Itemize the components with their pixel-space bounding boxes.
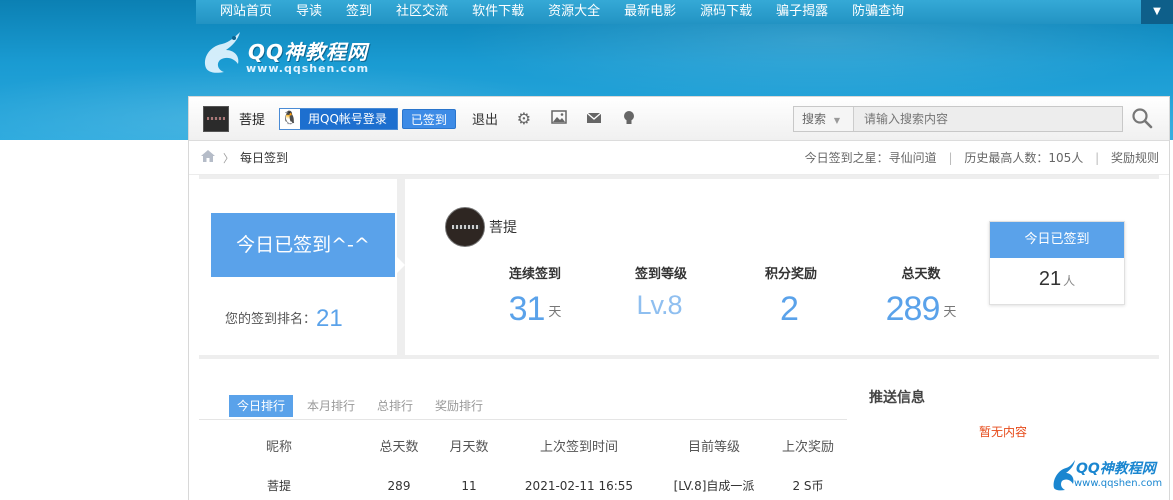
nav-item-resources[interactable]: 资源大全: [524, 0, 600, 24]
gear-icon[interactable]: ⚙: [515, 109, 533, 128]
today-count-unit: 人: [1063, 274, 1076, 288]
avatar[interactable]: [445, 207, 485, 247]
stat-points: 积分奖励 2: [731, 263, 851, 329]
today-count-label: 今日已签到: [990, 222, 1124, 258]
arrow-notch: [397, 257, 405, 273]
tabs-divider: [199, 419, 847, 420]
sign-panel: 今日已签到^-^ 您的签到排名：21 菩提 连续签到 31 天 签到等级 Lv.8…: [199, 175, 1159, 359]
dragon-watermark-icon: [1053, 460, 1075, 491]
signed-badge[interactable]: 已签到: [401, 108, 456, 129]
nav-item-guide[interactable]: 导读: [272, 0, 322, 24]
top-nav: 网站首页 导读 签到 社区交流 软件下载 资源大全 最新电影 源码下载 骗子揭露…: [196, 0, 1173, 24]
avatar[interactable]: [203, 105, 229, 132]
stat-streak: 连续签到 31 天: [475, 263, 595, 329]
column-header: 目前等级: [687, 440, 740, 455]
sign-star-label[interactable]: 今日签到之星：寻仙问道: [805, 151, 937, 165]
watermark-text: QQ神教程网: [1076, 461, 1156, 477]
watermark: QQ神教程网 www.qqshen.com: [1050, 456, 1166, 496]
site-logo[interactable]: QQ神教程网 www.qqshen.com: [196, 28, 396, 78]
logo-text: QQ神教程网: [248, 40, 369, 64]
stat-label: 积分奖励: [764, 267, 817, 282]
search-icon[interactable]: [1129, 107, 1155, 133]
column-header: 总天数: [379, 440, 419, 455]
nav-item-scam-expose[interactable]: 骗子揭露: [752, 0, 828, 24]
dragon-logo-icon: [204, 32, 240, 73]
home-icon[interactable]: [201, 149, 215, 166]
user-toolbar: 菩提 🐧 用QQ帐号登录 已签到 退出 ⚙ 搜索 ▼: [189, 97, 1169, 141]
today-count-box: 今日已签到 21 人: [989, 221, 1125, 305]
table-header: 昵称 总天数 月天数 上次签到时间 目前等级 上次奖励: [199, 435, 847, 461]
stat-unit: 天: [548, 304, 562, 319]
push-empty-text: 暂无内容: [979, 425, 1028, 439]
nav-item-movies[interactable]: 最新电影: [600, 0, 676, 24]
stat-unit: 天: [943, 304, 957, 319]
tab-reward[interactable]: 奖励排行: [435, 395, 483, 417]
search-type-label: 搜索: [802, 112, 827, 126]
sign-rank-value: 21: [316, 305, 343, 332]
chevron-down-icon[interactable]: ▼: [1141, 0, 1173, 24]
column-header: 上次奖励: [781, 440, 834, 455]
column-header: 上次签到时间: [539, 440, 618, 455]
stat-value: Lv.8: [636, 290, 682, 320]
breadcrumb: 〉 每日签到 今日签到之星：寻仙问道 | 历史最高人数：105人 | 奖励规则: [189, 141, 1169, 175]
tab-today[interactable]: 今日排行: [229, 395, 294, 417]
nav-item-community[interactable]: 社区交流: [372, 0, 448, 24]
sign-rank: 您的签到排名：21: [225, 305, 343, 333]
stat-total-days: 总天数 289 天: [861, 263, 981, 329]
table-row: 菩提 289 11 2021-02-11 16:55 [LV.8]自成一派 2 …: [199, 473, 847, 499]
table-cell: 2 S币: [792, 479, 824, 493]
qq-login-button[interactable]: 🐧 用QQ帐号登录: [279, 107, 398, 130]
sign-rank-label: 您的签到排名：: [225, 312, 317, 327]
nav-item-scam-check[interactable]: 防骗查询: [828, 0, 904, 24]
stats-username: 菩提: [489, 220, 517, 236]
watermark-url: www.qqshen.com: [1074, 478, 1163, 489]
stat-label: 总天数: [901, 267, 941, 282]
stat-label: 签到等级: [634, 267, 687, 282]
toolbar-username[interactable]: 菩提: [239, 109, 265, 128]
nav-item-signin[interactable]: 签到: [322, 0, 372, 24]
table-cell: 11: [461, 479, 477, 493]
table-cell-nickname[interactable]: 菩提: [199, 473, 359, 499]
table-cell: [LV.8]自成一派: [673, 479, 755, 493]
sign-left-card: 今日已签到^-^ 您的签到排名：21: [199, 179, 397, 355]
logout-link[interactable]: 退出: [472, 109, 498, 128]
column-header: 月天数: [449, 440, 489, 455]
logo-url: www.qqshen.com: [246, 62, 370, 75]
sign-stats-card: 菩提 连续签到 31 天 签到等级 Lv.8 积分奖励 2 总天数 289 天 今日…: [405, 179, 1159, 355]
qq-penguin-icon: 🐧: [280, 108, 301, 129]
nav-item-software[interactable]: 软件下载: [448, 0, 524, 24]
chevron-right-icon: 〉: [223, 151, 234, 165]
tab-total[interactable]: 总排行: [377, 395, 413, 417]
stat-label: 连续签到: [508, 267, 561, 282]
caret-down-icon: ▼: [833, 116, 840, 125]
table-cell: 289: [387, 479, 411, 493]
reward-rules-link[interactable]: 奖励规则: [1111, 151, 1159, 165]
ranking-tabs: 今日排行 本月排行 总排行 奖励排行: [229, 395, 505, 417]
bulb-icon[interactable]: [620, 110, 638, 128]
breadcrumb-current[interactable]: 每日签到: [240, 149, 288, 166]
image-icon[interactable]: [550, 109, 568, 128]
table-cell: 2021-02-11 16:55: [524, 479, 634, 493]
today-count-value: 21: [1038, 268, 1062, 290]
column-header: 昵称: [265, 440, 292, 455]
stat-value: 289: [885, 290, 941, 328]
search-input[interactable]: [854, 107, 1114, 131]
main-container: 菩提 🐧 用QQ帐号登录 已签到 退出 ⚙ 搜索 ▼ 请输入搜索内容 〉 每日签…: [188, 96, 1170, 500]
stat-value: 31: [508, 290, 546, 328]
breadcrumb-info: 今日签到之星：寻仙问道 | 历史最高人数：105人 | 奖励规则: [804, 151, 1159, 165]
tab-month[interactable]: 本月排行: [307, 395, 355, 417]
search-box: 搜索 ▼: [793, 106, 1123, 132]
stat-value: 2: [780, 290, 799, 328]
stat-level: 签到等级 Lv.8: [601, 263, 721, 321]
qq-login-label: 用QQ帐号登录: [308, 112, 387, 126]
search-type-select[interactable]: 搜索 ▼: [794, 107, 854, 131]
nav-item-source[interactable]: 源码下载: [676, 0, 752, 24]
nav-item-home[interactable]: 网站首页: [196, 0, 272, 24]
push-title: 推送信息: [869, 390, 925, 406]
mail-icon[interactable]: [585, 110, 603, 128]
history-max-label: 历史最高人数：105人: [964, 151, 1084, 165]
signed-today-button[interactable]: 今日已签到^-^: [211, 213, 395, 277]
